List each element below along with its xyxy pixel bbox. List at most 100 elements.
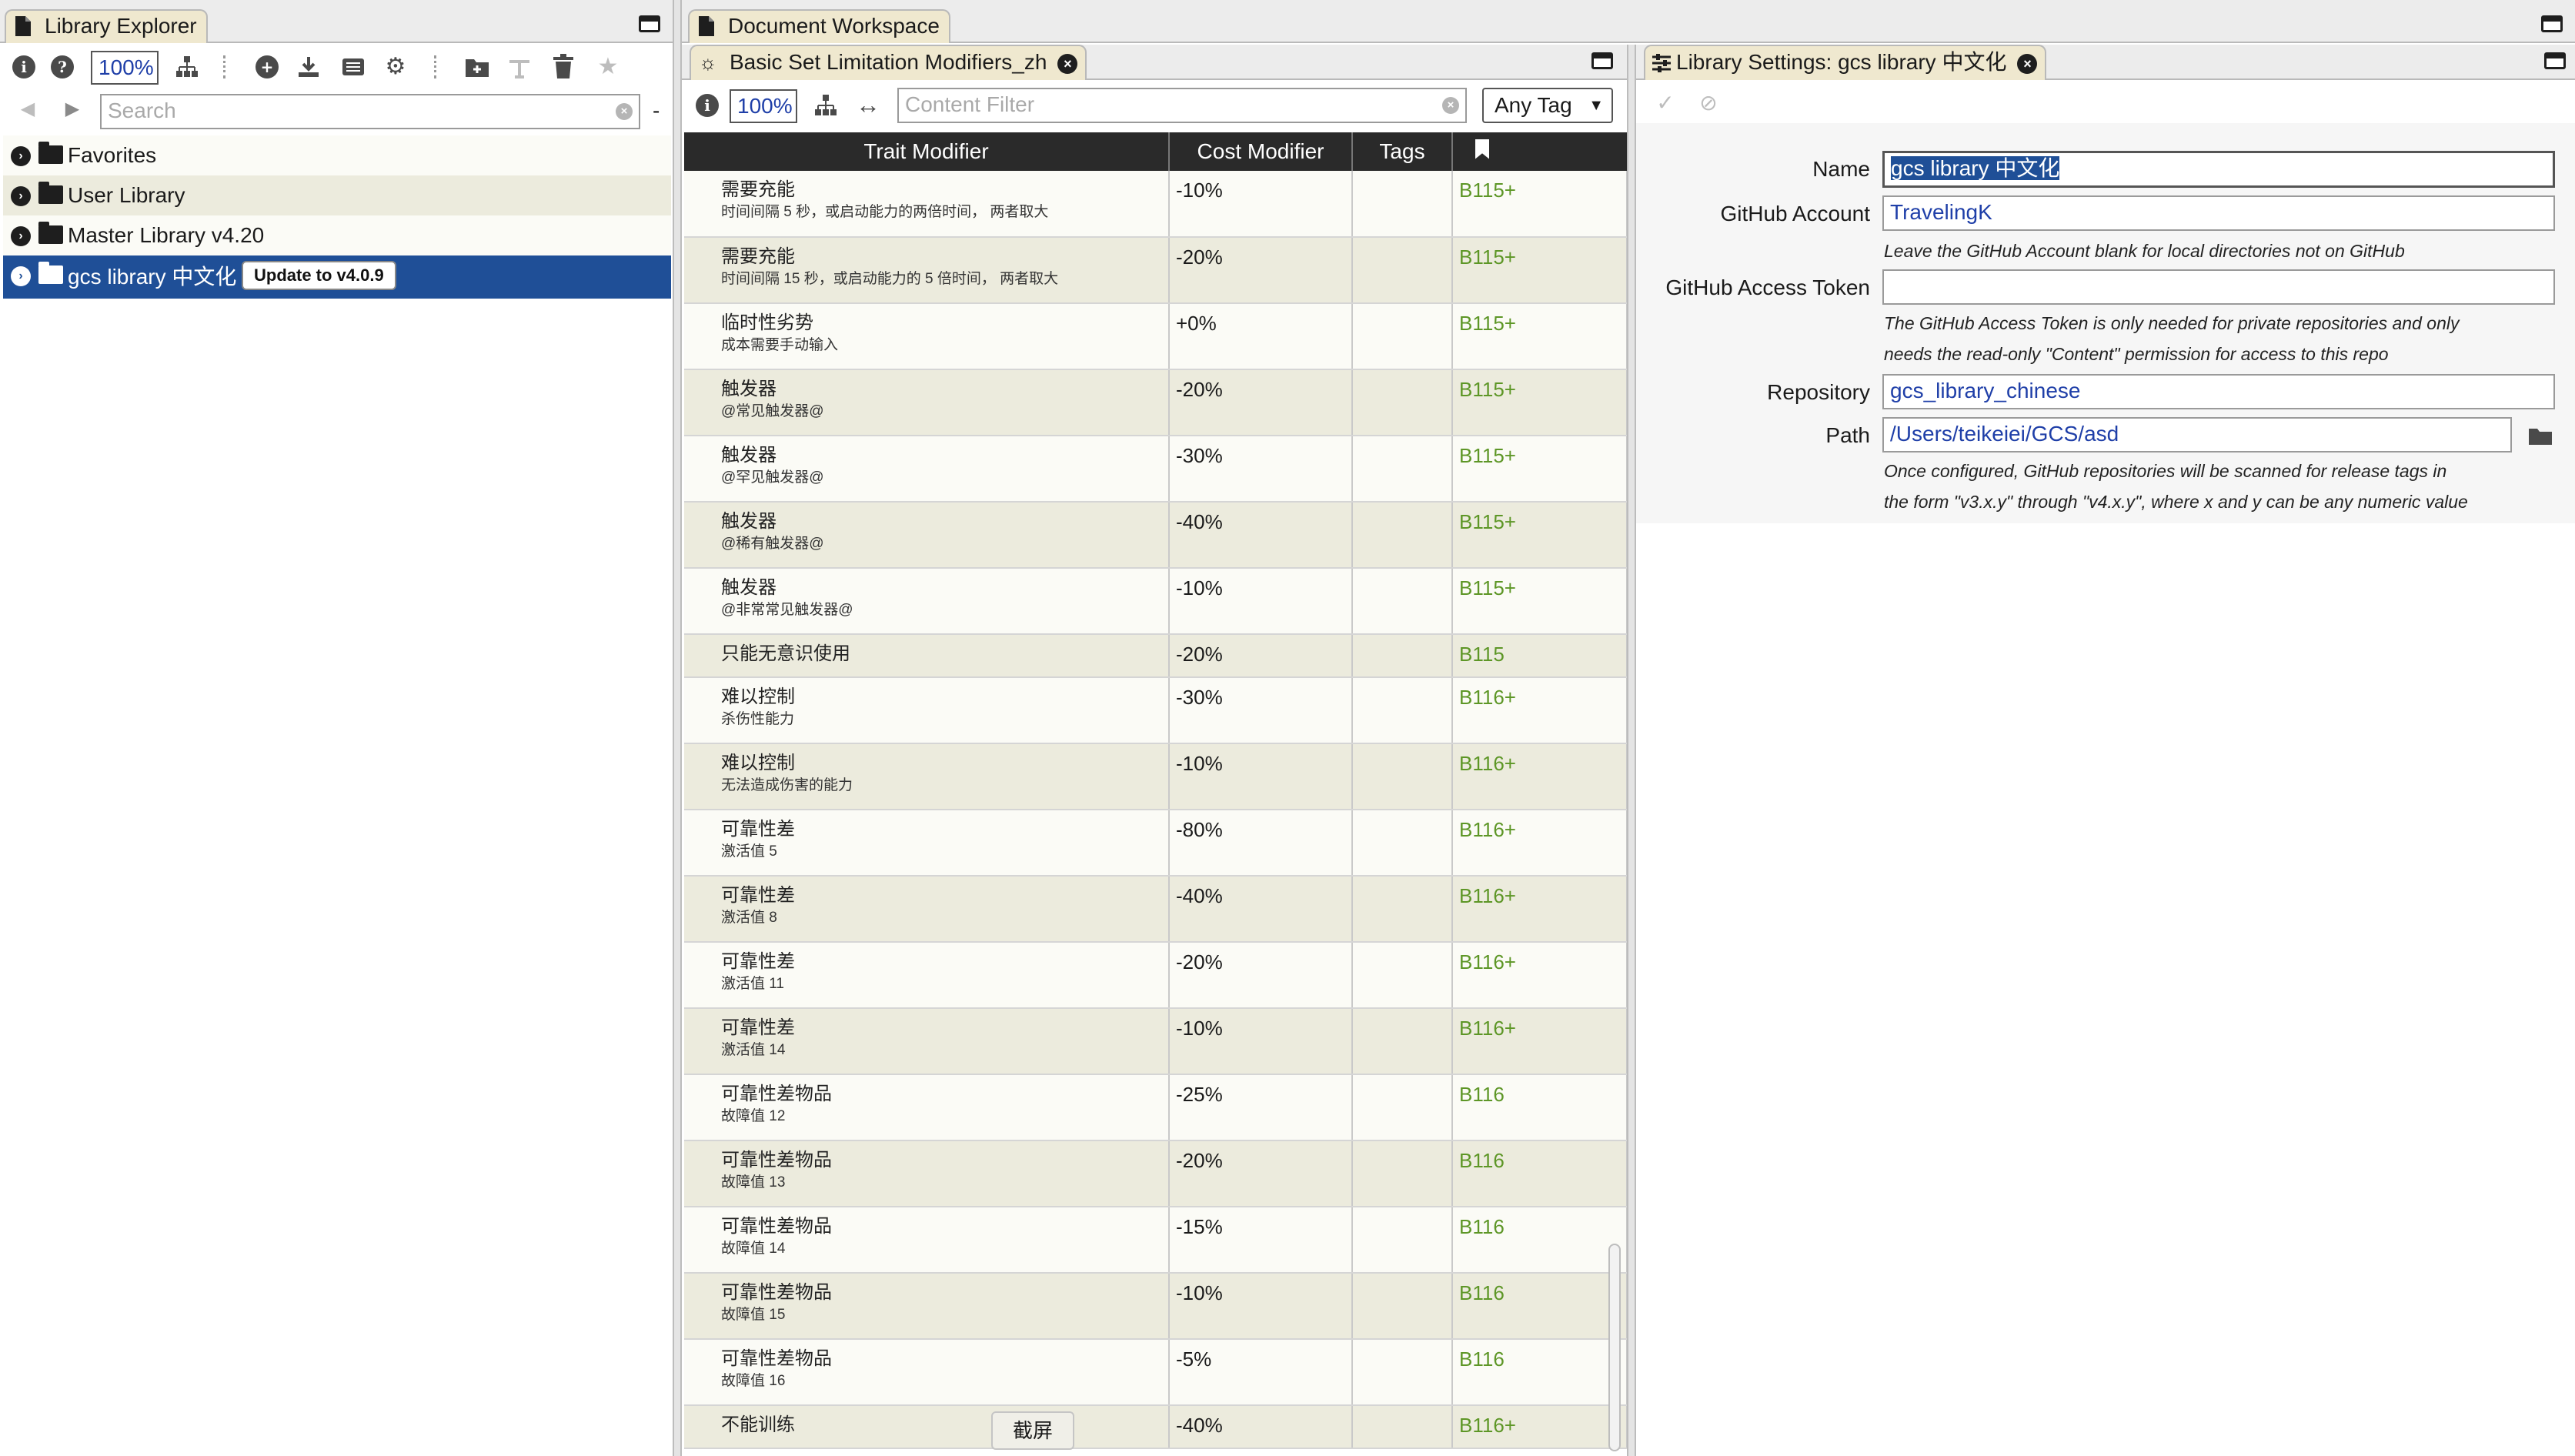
column-tags[interactable]: Tags: [1352, 132, 1453, 171]
reference-cell[interactable]: B116: [1452, 1339, 1628, 1406]
reference-cell[interactable]: B115+: [1452, 303, 1628, 370]
reference-cell[interactable]: B115+: [1452, 369, 1628, 436]
reference-cell[interactable]: B116+: [1452, 677, 1628, 744]
expand-icon[interactable]: ›: [11, 226, 31, 246]
github-account-note: Leave the GitHub Account blank for local…: [1884, 241, 2405, 261]
path-field[interactable]: /Users/teikeiei/GCS/asd: [1882, 417, 2512, 452]
panel-divider[interactable]: [1627, 45, 1636, 1456]
tab-basic-set-limitation-modifiers[interactable]: ☼ Basic Set Limitation Modifiers_zh ×: [690, 45, 1087, 80]
modifier-name: 可靠性差物品: [721, 1282, 832, 1303]
reference-cell[interactable]: B115+: [1452, 568, 1628, 635]
help-icon[interactable]: ?: [51, 55, 74, 78]
table-row[interactable]: 触发器 @罕见触发器@ -30% B115+: [684, 436, 1628, 503]
table-row[interactable]: 可靠性差 激活值 14 -10% B116+: [684, 1008, 1628, 1075]
table-row[interactable]: 可靠性差物品 故障值 12 -25% B116: [684, 1074, 1628, 1141]
info-icon[interactable]: i: [12, 55, 35, 78]
github-token-field[interactable]: [1882, 269, 2555, 305]
gear-icon[interactable]: ⚙: [382, 53, 409, 81]
panel-divider[interactable]: [673, 0, 682, 1456]
table-row[interactable]: 触发器 @稀有触发器@ -40% B115+: [684, 502, 1628, 569]
hierarchy-icon[interactable]: [814, 94, 837, 117]
new-folder-icon[interactable]: [465, 55, 489, 78]
reference-cell[interactable]: B116+: [1452, 810, 1628, 877]
reference-cell[interactable]: B116+: [1452, 942, 1628, 1009]
table-row[interactable]: 触发器 @常见触发器@ -20% B115+: [684, 369, 1628, 436]
table-row[interactable]: 只能无意识使用 -20% B115: [684, 634, 1628, 678]
reference-cell[interactable]: B115: [1452, 634, 1628, 678]
tree-item-user-library[interactable]: › User Library: [3, 175, 671, 215]
download-icon[interactable]: [297, 55, 320, 78]
modifier-note: 故障值 15: [721, 1307, 786, 1323]
table-row[interactable]: 需要充能 时间间隔 15 秒，或启动能力的 5 倍时间， 两者取大 -20% B115…: [684, 237, 1628, 304]
reference-cell[interactable]: B116: [1452, 1140, 1628, 1207]
column-reference[interactable]: [1452, 132, 1627, 171]
update-button[interactable]: Update to v4.0.9: [242, 261, 396, 290]
reference-cell[interactable]: B116: [1452, 1074, 1628, 1141]
tag-select[interactable]: Any Tag ▼: [1482, 88, 1613, 123]
expand-icon[interactable]: ›: [11, 146, 31, 166]
trash-icon[interactable]: [553, 54, 574, 78]
table-row[interactable]: 不能训练 -40% B116+: [684, 1405, 1628, 1449]
info-icon[interactable]: i: [696, 94, 719, 117]
table-row[interactable]: 可靠性差 激活值 11 -20% B116+: [684, 942, 1628, 1009]
tab-library-explorer[interactable]: Library Explorer: [5, 9, 208, 43]
table-row[interactable]: 可靠性差 激活值 5 -80% B116+: [684, 810, 1628, 877]
reference-cell[interactable]: B116+: [1452, 1008, 1628, 1075]
reference-cell[interactable]: B116+: [1452, 1405, 1628, 1449]
tree-item-favorites[interactable]: › Favorites: [3, 135, 671, 175]
table-row[interactable]: 触发器 @非常常见触发器@ -10% B115+: [684, 568, 1628, 635]
github-account-field[interactable]: TravelingK: [1882, 195, 2555, 231]
table-row[interactable]: 需要充能 时间间隔 5 秒，或启动能力的两倍时间， 两者取大 -10% B115+: [684, 171, 1628, 238]
expand-icon[interactable]: ›: [11, 266, 31, 286]
github-account-label: GitHub Account: [1720, 202, 1870, 225]
zoom-field[interactable]: 100%: [91, 51, 159, 85]
dock-icon[interactable]: [1591, 52, 1613, 69]
expand-width-icon[interactable]: ↔: [854, 91, 882, 119]
table-row[interactable]: 临时性劣势 成本需要手动输入 +0% B115+: [684, 303, 1628, 370]
close-tab-icon[interactable]: ×: [1057, 53, 1078, 74]
reference-cell[interactable]: B115+: [1452, 171, 1628, 238]
table-row[interactable]: 难以控制 杀伤性能力 -30% B116+: [684, 677, 1628, 744]
reference-cell[interactable]: B115+: [1452, 237, 1628, 304]
column-trait-modifier[interactable]: Trait Modifier: [684, 132, 1170, 171]
add-icon[interactable]: +: [255, 55, 279, 78]
reference-cell[interactable]: B115+: [1452, 436, 1628, 503]
reference-cell[interactable]: B116+: [1452, 876, 1628, 943]
table-scrollbar[interactable]: [1608, 1244, 1621, 1451]
clear-filter-icon[interactable]: ×: [1442, 97, 1459, 114]
dock-icon[interactable]: [2544, 52, 2566, 69]
clear-search-icon[interactable]: ×: [616, 103, 633, 120]
tree-item-label: gcs library 中文化: [68, 265, 237, 289]
list-icon[interactable]: [342, 55, 365, 78]
reference-cell[interactable]: B116+: [1452, 743, 1628, 810]
modifier-name: 可靠性差物品: [721, 1150, 832, 1170]
table-row[interactable]: 可靠性差物品 故障值 13 -20% B116: [684, 1140, 1628, 1207]
tab-document-workspace[interactable]: Document Workspace: [688, 9, 950, 43]
trait-modifier-cell: 可靠性差 激活值 14: [684, 1008, 1170, 1075]
dock-icon[interactable]: [639, 15, 660, 32]
reference-cell[interactable]: B116: [1452, 1207, 1628, 1274]
table-row[interactable]: 可靠性差物品 故障值 15 -10% B116: [684, 1273, 1628, 1340]
search-input[interactable]: Search: [100, 94, 640, 129]
content-filter-input[interactable]: Content Filter: [897, 88, 1467, 123]
reference-cell[interactable]: B116: [1452, 1273, 1628, 1340]
tree-item-gcs-library[interactable]: › gcs library 中文化 Update to v4.0.9: [3, 255, 671, 299]
table-row[interactable]: 可靠性差物品 故障值 16 -5% B116: [684, 1339, 1628, 1406]
tab-library-settings[interactable]: Library Settings: gcs library 中文化 ×: [1644, 45, 2047, 80]
dock-icon[interactable]: [2541, 15, 2563, 32]
tree-item-master-library[interactable]: › Master Library v4.20: [3, 215, 671, 255]
folder-browse-icon[interactable]: [2529, 426, 2552, 445]
table-row[interactable]: 可靠性差物品 故障值 14 -15% B116: [684, 1207, 1628, 1274]
table-row[interactable]: 难以控制 无法造成伤害的能力 -10% B116+: [684, 743, 1628, 810]
expand-icon[interactable]: ›: [11, 186, 31, 206]
close-tab-icon[interactable]: ×: [2017, 53, 2038, 74]
doc-zoom-field[interactable]: 100%: [730, 89, 797, 123]
column-cost-modifier[interactable]: Cost Modifier: [1169, 132, 1353, 171]
trait-modifier-cell: 可靠性差 激活值 8: [684, 876, 1170, 943]
hierarchy-icon[interactable]: [175, 55, 199, 78]
modifier-note: 时间间隔 15 秒，或启动能力的 5 倍时间， 两者取大: [721, 271, 1059, 287]
repository-field[interactable]: gcs_library_chinese: [1882, 374, 2555, 409]
table-row[interactable]: 可靠性差 激活值 8 -40% B116+: [684, 876, 1628, 943]
name-field[interactable]: gcs library 中文化: [1882, 151, 2555, 188]
reference-cell[interactable]: B115+: [1452, 502, 1628, 569]
